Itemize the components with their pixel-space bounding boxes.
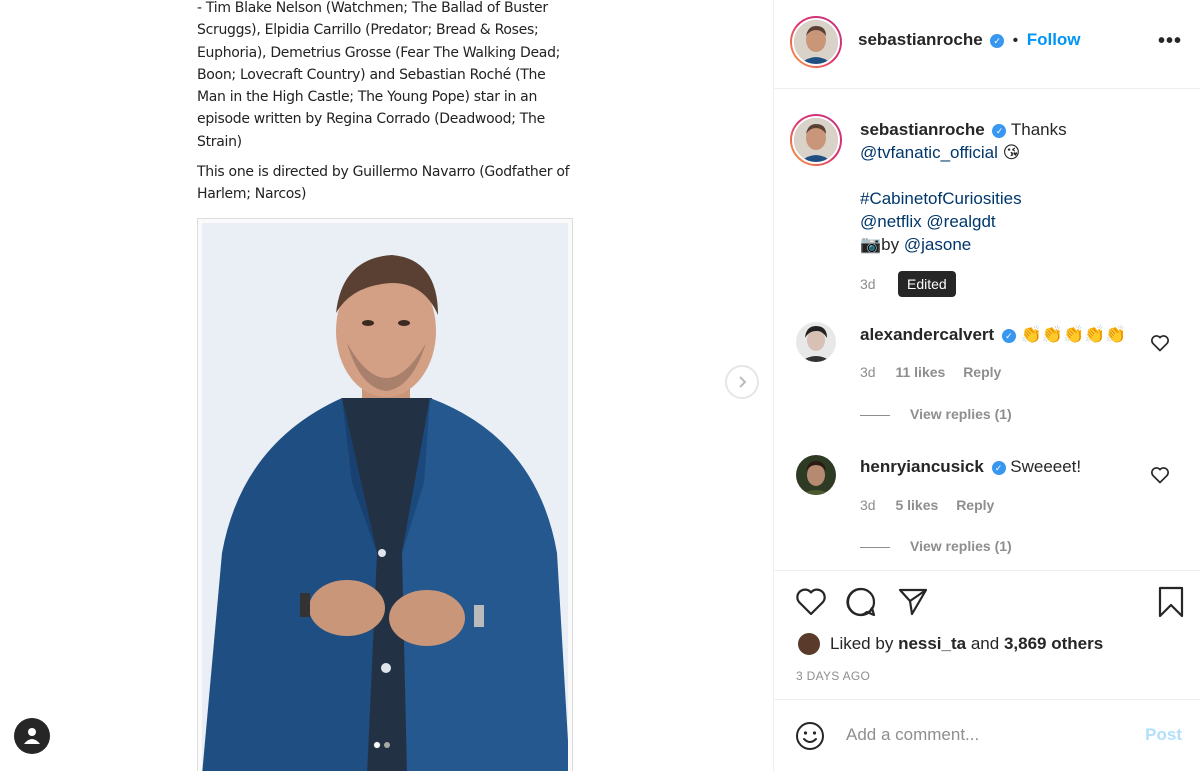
caption-time[interactable]: 3d (860, 276, 876, 292)
hashtag-link[interactable]: #CabinetofCuriosities (860, 189, 1022, 208)
comment-2-reply[interactable]: Reply (956, 497, 994, 513)
mention-realgdt[interactable]: @realgdt (926, 212, 995, 231)
comment-avatar-image (796, 455, 836, 495)
post-header: sebastianroche ✓ • Follow ••• (774, 0, 1200, 89)
comment-1-reply[interactable]: Reply (963, 364, 1001, 380)
verified-badge-icon: ✓ (1001, 328, 1016, 343)
comment-2-view-replies-label: View replies (1) (910, 538, 1012, 554)
comment-2-time[interactable]: 3d (860, 497, 876, 513)
caption-username[interactable]: sebastianroche (860, 120, 985, 139)
comment-2-view-replies[interactable]: View replies (1) (860, 538, 1012, 554)
author-avatar[interactable] (790, 16, 842, 68)
comment-input[interactable] (846, 718, 1126, 752)
header-user-row: sebastianroche ✓ • Follow (858, 30, 1081, 50)
divider-line (860, 414, 890, 416)
author-avatar-image (794, 20, 838, 64)
edited-tooltip: Edited (898, 271, 956, 297)
liked-by-user[interactable]: nessi_ta (898, 634, 966, 654)
comment-2-text: Sweeeet! (1010, 457, 1082, 476)
by-text: by (881, 235, 900, 254)
comment-1-text: 👏👏👏👏👏 (1020, 325, 1127, 344)
caption-avatar-image (794, 118, 838, 162)
comment-avatar-image (796, 322, 836, 362)
mention-netflix[interactable]: @netflix (860, 212, 922, 231)
divider-line (860, 546, 890, 548)
liked-by-and: and (970, 634, 1000, 653)
liked-by-row[interactable]: Liked by nessi_ta and 3,869 others (796, 631, 1103, 657)
header-separator: • (1012, 32, 1019, 49)
post-caption: sebastianroche ✓ Thanks @tvfanatic_offic… (860, 118, 1180, 256)
comment-2-username[interactable]: henryiancusick (860, 457, 984, 476)
comment-2: henryiancusick ✓ Sweeeet! (860, 455, 1081, 478)
post-timestamp[interactable]: 3 DAYS AGO (796, 669, 870, 683)
liked-by-others[interactable]: 3,869 others (1004, 634, 1103, 654)
caption-avatar[interactable] (790, 114, 842, 166)
bookmark-icon[interactable] (1154, 585, 1188, 619)
liked-by-prefix: Liked by (830, 634, 894, 653)
portrait-illustration (202, 223, 568, 771)
comment-1-like-heart-icon[interactable] (1150, 333, 1170, 353)
post-side-panel: sebastianroche ✓ • Follow ••• sebastianr… (773, 0, 1200, 771)
kiss-emoji: 😘 (1002, 143, 1021, 162)
caption-line1: Thanks (1010, 120, 1067, 139)
header-username[interactable]: sebastianroche (858, 30, 983, 49)
user-icon (24, 728, 40, 744)
comment-1-username[interactable]: alexandercalvert (860, 325, 994, 344)
liker-avatar (796, 631, 822, 657)
share-icon[interactable] (896, 585, 930, 619)
comment-1-view-replies[interactable]: View replies (1) (860, 406, 1012, 422)
heart-icon[interactable] (794, 585, 828, 619)
post-photo[interactable] (197, 218, 573, 771)
article-paragraph-1: - Tim Blake Nelson (Watchmen; The Ballad… (197, 0, 561, 150)
comment-2-meta: 3d 5 likes Reply (860, 497, 1008, 513)
comment-2-likes[interactable]: 5 likes (895, 497, 938, 513)
next-slide-button[interactable] (725, 365, 759, 399)
carousel-dot (384, 742, 390, 748)
follow-button[interactable]: Follow (1027, 30, 1081, 49)
comment-1-view-replies-label: View replies (1) (910, 406, 1012, 422)
smile-icon[interactable] (794, 720, 826, 752)
carousel-dot-active (374, 742, 380, 748)
camera-icon: 📷 (860, 235, 882, 254)
comment-1-meta: 3d 11 likes Reply (860, 364, 1015, 380)
comment-icon[interactable] (844, 585, 878, 619)
comment-1: alexandercalvert ✓ 👏👏👏👏👏 (860, 323, 1127, 346)
media-panel: - Tim Blake Nelson (Watchmen; The Ballad… (0, 0, 773, 771)
post-actions: Liked by nessi_ta and 3,869 others 3 DAY… (774, 570, 1200, 700)
chevron-right-icon (739, 376, 747, 388)
article-paragraph-2: This one is directed by Guillermo Navarr… (197, 164, 570, 203)
portrait-image (202, 223, 568, 771)
more-options-icon[interactable]: ••• (1158, 30, 1182, 53)
comment-1-time[interactable]: 3d (860, 364, 876, 380)
comment-1-likes[interactable]: 11 likes (895, 364, 945, 380)
carousel-dots (374, 742, 390, 748)
comment-avatar[interactable] (796, 455, 836, 495)
comment-2-like-heart-icon[interactable] (1150, 465, 1170, 485)
verified-badge-icon: ✓ (991, 460, 1006, 475)
mention-tvfanatic[interactable]: @tvfanatic_official (860, 143, 998, 162)
post-comment-button[interactable]: Post (1145, 725, 1182, 745)
profile-button[interactable] (14, 718, 50, 754)
add-comment-bar: Post (774, 699, 1200, 771)
verified-badge-icon: ✓ (990, 33, 1005, 48)
comment-avatar[interactable] (796, 322, 836, 362)
article-text: - Tim Blake Nelson (Watchmen; The Ballad… (197, 0, 577, 214)
mention-jasone[interactable]: @jasone (904, 235, 971, 254)
verified-badge-icon: ✓ (992, 123, 1007, 138)
